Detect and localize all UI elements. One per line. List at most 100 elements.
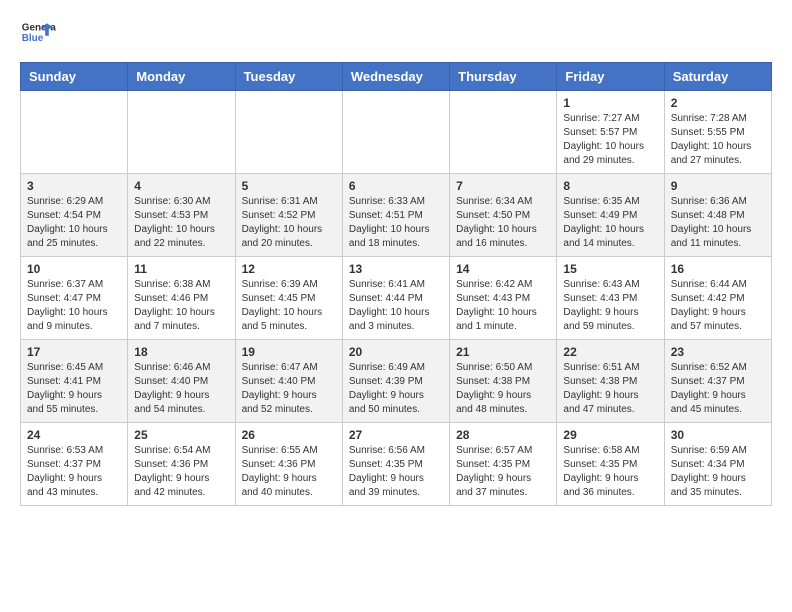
day-info: Sunrise: 6:55 AM Sunset: 4:36 PM Dayligh…: [242, 444, 336, 500]
day-info: Sunrise: 6:46 AM Sunset: 4:40 PM Dayligh…: [134, 361, 228, 417]
day-number: 4: [134, 179, 228, 193]
day-info: Sunrise: 7:28 AM Sunset: 5:55 PM Dayligh…: [671, 112, 765, 168]
day-info: Sunrise: 6:35 AM Sunset: 4:49 PM Dayligh…: [563, 195, 657, 251]
calendar-header-thursday: Thursday: [450, 63, 557, 91]
calendar-header-row: SundayMondayTuesdayWednesdayThursdayFrid…: [21, 63, 772, 91]
calendar-cell: 19 Sunrise: 6:47 AM Sunset: 4:40 PM Dayli…: [235, 340, 342, 423]
day-info: Sunrise: 6:29 AM Sunset: 4:54 PM Dayligh…: [27, 195, 121, 251]
calendar-cell: 23 Sunrise: 6:52 AM Sunset: 4:37 PM Dayli…: [664, 340, 771, 423]
day-info: Sunrise: 6:44 AM Sunset: 4:42 PM Dayligh…: [671, 278, 765, 334]
calendar-cell: 17 Sunrise: 6:45 AM Sunset: 4:41 PM Dayli…: [21, 340, 128, 423]
calendar-week-4: 24 Sunrise: 6:53 AM Sunset: 4:37 PM Dayli…: [21, 423, 772, 506]
day-info: Sunrise: 6:30 AM Sunset: 4:53 PM Dayligh…: [134, 195, 228, 251]
day-info: Sunrise: 6:56 AM Sunset: 4:35 PM Dayligh…: [349, 444, 443, 500]
day-info: Sunrise: 6:38 AM Sunset: 4:46 PM Dayligh…: [134, 278, 228, 334]
day-number: 27: [349, 428, 443, 442]
calendar-cell: 4 Sunrise: 6:30 AM Sunset: 4:53 PM Daylig…: [128, 174, 235, 257]
calendar-cell: 7 Sunrise: 6:34 AM Sunset: 4:50 PM Daylig…: [450, 174, 557, 257]
day-number: 12: [242, 262, 336, 276]
svg-text:Blue: Blue: [22, 33, 44, 44]
day-number: 22: [563, 345, 657, 359]
day-number: 13: [349, 262, 443, 276]
day-info: Sunrise: 6:41 AM Sunset: 4:44 PM Dayligh…: [349, 278, 443, 334]
calendar-header-friday: Friday: [557, 63, 664, 91]
day-number: 9: [671, 179, 765, 193]
calendar-cell: [21, 91, 128, 174]
calendar-cell: [450, 91, 557, 174]
calendar-cell: 10 Sunrise: 6:37 AM Sunset: 4:47 PM Dayli…: [21, 257, 128, 340]
calendar-cell: 3 Sunrise: 6:29 AM Sunset: 4:54 PM Daylig…: [21, 174, 128, 257]
day-number: 16: [671, 262, 765, 276]
day-number: 14: [456, 262, 550, 276]
day-number: 10: [27, 262, 121, 276]
day-number: 18: [134, 345, 228, 359]
page-header: General Blue: [20, 16, 772, 52]
day-info: Sunrise: 6:42 AM Sunset: 4:43 PM Dayligh…: [456, 278, 550, 334]
calendar-cell: [342, 91, 449, 174]
day-number: 26: [242, 428, 336, 442]
day-number: 11: [134, 262, 228, 276]
day-info: Sunrise: 6:47 AM Sunset: 4:40 PM Dayligh…: [242, 361, 336, 417]
calendar-header-sunday: Sunday: [21, 63, 128, 91]
day-number: 5: [242, 179, 336, 193]
calendar-cell: 1Sunrise: 7:27 AM Sunset: 5:57 PM Daylig…: [557, 91, 664, 174]
day-number: 7: [456, 179, 550, 193]
day-info: Sunrise: 6:39 AM Sunset: 4:45 PM Dayligh…: [242, 278, 336, 334]
calendar-cell: 9Sunrise: 6:36 AM Sunset: 4:48 PM Daylig…: [664, 174, 771, 257]
day-info: Sunrise: 6:50 AM Sunset: 4:38 PM Dayligh…: [456, 361, 550, 417]
calendar-cell: 2Sunrise: 7:28 AM Sunset: 5:55 PM Daylig…: [664, 91, 771, 174]
calendar-cell: 14 Sunrise: 6:42 AM Sunset: 4:43 PM Dayli…: [450, 257, 557, 340]
day-info: Sunrise: 6:31 AM Sunset: 4:52 PM Dayligh…: [242, 195, 336, 251]
day-number: 25: [134, 428, 228, 442]
calendar-cell: 22Sunrise: 6:51 AM Sunset: 4:38 PM Dayli…: [557, 340, 664, 423]
calendar-table: SundayMondayTuesdayWednesdayThursdayFrid…: [20, 62, 772, 506]
day-info: Sunrise: 6:59 AM Sunset: 4:34 PM Dayligh…: [671, 444, 765, 500]
day-info: Sunrise: 6:43 AM Sunset: 4:43 PM Dayligh…: [563, 278, 657, 334]
day-number: 28: [456, 428, 550, 442]
day-info: Sunrise: 6:33 AM Sunset: 4:51 PM Dayligh…: [349, 195, 443, 251]
day-number: 17: [27, 345, 121, 359]
calendar-cell: 26 Sunrise: 6:55 AM Sunset: 4:36 PM Dayli…: [235, 423, 342, 506]
day-number: 23: [671, 345, 765, 359]
day-number: 21: [456, 345, 550, 359]
day-info: Sunrise: 6:57 AM Sunset: 4:35 PM Dayligh…: [456, 444, 550, 500]
calendar-week-2: 10 Sunrise: 6:37 AM Sunset: 4:47 PM Dayli…: [21, 257, 772, 340]
calendar-cell: 11 Sunrise: 6:38 AM Sunset: 4:46 PM Dayli…: [128, 257, 235, 340]
day-info: Sunrise: 6:52 AM Sunset: 4:37 PM Dayligh…: [671, 361, 765, 417]
calendar-header-wednesday: Wednesday: [342, 63, 449, 91]
calendar-cell: [128, 91, 235, 174]
day-number: 24: [27, 428, 121, 442]
day-info: Sunrise: 6:53 AM Sunset: 4:37 PM Dayligh…: [27, 444, 121, 500]
day-info: Sunrise: 6:34 AM Sunset: 4:50 PM Dayligh…: [456, 195, 550, 251]
calendar-week-1: 3 Sunrise: 6:29 AM Sunset: 4:54 PM Daylig…: [21, 174, 772, 257]
calendar-cell: 18 Sunrise: 6:46 AM Sunset: 4:40 PM Dayli…: [128, 340, 235, 423]
calendar-cell: 29Sunrise: 6:58 AM Sunset: 4:35 PM Dayli…: [557, 423, 664, 506]
day-info: Sunrise: 6:49 AM Sunset: 4:39 PM Dayligh…: [349, 361, 443, 417]
calendar-header-monday: Monday: [128, 63, 235, 91]
calendar-cell: 13 Sunrise: 6:41 AM Sunset: 4:44 PM Dayli…: [342, 257, 449, 340]
day-info: Sunrise: 6:45 AM Sunset: 4:41 PM Dayligh…: [27, 361, 121, 417]
day-number: 29: [563, 428, 657, 442]
day-number: 20: [349, 345, 443, 359]
calendar-cell: 25 Sunrise: 6:54 AM Sunset: 4:36 PM Dayli…: [128, 423, 235, 506]
calendar-cell: 12 Sunrise: 6:39 AM Sunset: 4:45 PM Dayli…: [235, 257, 342, 340]
day-number: 1: [563, 96, 657, 110]
day-info: Sunrise: 6:37 AM Sunset: 4:47 PM Dayligh…: [27, 278, 121, 334]
calendar-header-tuesday: Tuesday: [235, 63, 342, 91]
day-info: Sunrise: 6:54 AM Sunset: 4:36 PM Dayligh…: [134, 444, 228, 500]
calendar-week-0: 1Sunrise: 7:27 AM Sunset: 5:57 PM Daylig…: [21, 91, 772, 174]
logo-icon: General Blue: [20, 16, 56, 52]
calendar-header-saturday: Saturday: [664, 63, 771, 91]
calendar-week-3: 17 Sunrise: 6:45 AM Sunset: 4:41 PM Dayli…: [21, 340, 772, 423]
calendar-cell: 8Sunrise: 6:35 AM Sunset: 4:49 PM Daylig…: [557, 174, 664, 257]
calendar-cell: 27 Sunrise: 6:56 AM Sunset: 4:35 PM Dayli…: [342, 423, 449, 506]
day-number: 3: [27, 179, 121, 193]
calendar-cell: 6Sunrise: 6:33 AM Sunset: 4:51 PM Daylig…: [342, 174, 449, 257]
calendar-cell: 28 Sunrise: 6:57 AM Sunset: 4:35 PM Dayli…: [450, 423, 557, 506]
calendar-cell: 30Sunrise: 6:59 AM Sunset: 4:34 PM Dayli…: [664, 423, 771, 506]
calendar-cell: [235, 91, 342, 174]
calendar-cell: 15Sunrise: 6:43 AM Sunset: 4:43 PM Dayli…: [557, 257, 664, 340]
day-number: 19: [242, 345, 336, 359]
calendar-cell: 5 Sunrise: 6:31 AM Sunset: 4:52 PM Daylig…: [235, 174, 342, 257]
calendar-cell: 21 Sunrise: 6:50 AM Sunset: 4:38 PM Dayli…: [450, 340, 557, 423]
